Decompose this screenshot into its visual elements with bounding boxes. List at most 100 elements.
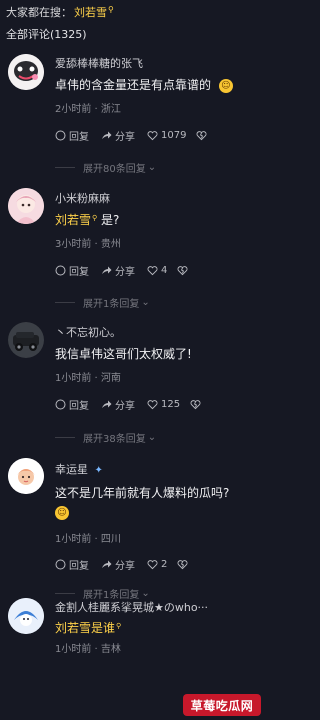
comment-username[interactable]: 爱舔棒棒糖的张飞 bbox=[55, 55, 143, 71]
share-label: 分享 bbox=[115, 131, 135, 143]
comment-username[interactable]: 金割人桂麗系挲晃城★のwho··· bbox=[55, 599, 208, 615]
share-button[interactable]: 分享 bbox=[101, 263, 135, 278]
site-watermark: 草莓吃瓜网 bbox=[183, 694, 261, 716]
comment-username[interactable]: 幸运星 ✦ bbox=[55, 461, 103, 477]
comment-text: 刘若雪是谁⚲ bbox=[55, 619, 121, 636]
trending-search-prefix: 大家都在搜： bbox=[6, 6, 72, 19]
reply-label: 回复 bbox=[69, 400, 89, 412]
divider-line bbox=[55, 437, 75, 438]
like-count: 4 bbox=[161, 264, 168, 276]
reply-icon bbox=[55, 559, 66, 569]
broken-heart-icon bbox=[177, 265, 188, 275]
expand-replies-label: 展开38条回复 bbox=[83, 434, 146, 445]
trending-search-keyword[interactable]: 刘若雪 bbox=[74, 4, 107, 20]
avatar[interactable] bbox=[8, 322, 44, 358]
comment-text-emoji: ☺ bbox=[55, 505, 69, 520]
comment-username-text: 幸运星 bbox=[55, 463, 88, 476]
expand-replies-label: 展开80条回复 bbox=[83, 164, 146, 175]
divider-line bbox=[55, 302, 75, 303]
avatar[interactable] bbox=[8, 188, 44, 224]
share-button[interactable]: 分享 bbox=[101, 397, 135, 412]
avatar[interactable] bbox=[8, 458, 44, 494]
broken-heart-icon bbox=[190, 399, 201, 409]
comment-actions: 回复 分享 125 bbox=[55, 397, 201, 412]
comment-username[interactable]: 丶不忘初心。 bbox=[55, 324, 121, 340]
comment-meta: 1小时前 · 吉林 bbox=[55, 644, 121, 655]
share-icon bbox=[102, 131, 112, 139]
comment-text: 我信卓伟这哥们太权威了! bbox=[55, 347, 192, 361]
divider-line bbox=[55, 167, 75, 168]
broken-heart-icon bbox=[196, 130, 207, 140]
dislike-button[interactable] bbox=[177, 265, 188, 276]
like-count: 1079 bbox=[161, 129, 187, 141]
search-icon: ⚲ bbox=[92, 214, 98, 222]
comment-username[interactable]: 小米粉麻麻 bbox=[55, 190, 110, 206]
comment-text-content: 卓伟的含金量还是有点靠谱的 bbox=[55, 78, 212, 92]
comment-item: 小米粉麻麻 刘若雪⚲ 是? 3小时前 · 贵州 回复 分享 4 展开1条回复 ⌄ bbox=[0, 180, 265, 310]
reply-label: 回复 bbox=[69, 131, 89, 143]
heart-icon bbox=[147, 265, 158, 275]
reply-icon bbox=[55, 130, 66, 140]
reply-label: 回复 bbox=[69, 560, 89, 572]
laughing-emoji-icon: ☺ bbox=[55, 505, 69, 520]
like-button[interactable]: 125 bbox=[147, 399, 180, 410]
share-icon bbox=[102, 400, 112, 408]
comment-meta: 1小时前 · 河南 bbox=[55, 373, 121, 384]
reply-label: 回复 bbox=[69, 266, 89, 278]
comment-meta: 1小时前 · 四川 bbox=[55, 534, 121, 545]
comment-item: 幸运星 ✦ 这不是几年前就有人爆料的瓜吗? ☺ 1小时前 · 四川 回复 分享 … bbox=[0, 448, 265, 601]
chevron-down-icon: ⌄ bbox=[147, 162, 157, 173]
comment-meta: 2小时前 · 浙江 bbox=[55, 104, 121, 115]
trending-search-bar[interactable]: 大家都在搜： 刘若雪 ⚲ bbox=[6, 4, 114, 20]
comment-meta: 3小时前 · 贵州 bbox=[55, 239, 121, 250]
chevron-down-icon: ⌄ bbox=[147, 432, 157, 443]
comment-text-content: 是? bbox=[100, 213, 120, 227]
dislike-button[interactable] bbox=[177, 559, 188, 570]
reply-icon bbox=[55, 399, 66, 409]
heart-icon bbox=[147, 130, 158, 140]
search-icon: ⚲ bbox=[116, 622, 122, 630]
reply-button[interactable]: 回复 bbox=[55, 128, 89, 143]
star-badge-icon: ✦ bbox=[94, 465, 103, 476]
search-icon: ⚲ bbox=[108, 4, 114, 14]
emoji-icon: ☺ bbox=[218, 78, 233, 93]
comment-keyword-link[interactable]: 刘若雪 bbox=[55, 213, 91, 227]
dislike-button[interactable] bbox=[190, 399, 201, 410]
avatar[interactable] bbox=[8, 598, 44, 634]
share-button[interactable]: 分享 bbox=[101, 128, 135, 143]
share-icon bbox=[102, 560, 112, 568]
like-count: 125 bbox=[161, 398, 181, 410]
comment-text: 卓伟的含金量还是有点靠谱的 ☺ bbox=[55, 76, 233, 93]
reply-icon bbox=[55, 265, 66, 275]
share-label: 分享 bbox=[115, 266, 135, 278]
reply-button[interactable]: 回复 bbox=[55, 397, 89, 412]
like-button[interactable]: 2 bbox=[147, 559, 167, 570]
comment-actions: 回复 分享 1079 bbox=[55, 128, 207, 143]
expand-replies-button[interactable]: 展开80条回复 ⌄ bbox=[55, 160, 156, 175]
share-icon bbox=[102, 266, 112, 274]
comment-keyword-link[interactable]: 刘若雪是谁 bbox=[55, 621, 115, 635]
expand-replies-button[interactable]: 展开1条回复 ⌄ bbox=[55, 295, 150, 310]
comment-text: 刘若雪⚲ 是? bbox=[55, 211, 119, 228]
dislike-button[interactable] bbox=[196, 130, 207, 141]
share-label: 分享 bbox=[115, 400, 135, 412]
heart-icon bbox=[147, 559, 158, 569]
comment-actions: 回复 分享 2 bbox=[55, 557, 188, 572]
expand-replies-button[interactable]: 展开38条回复 ⌄ bbox=[55, 430, 156, 445]
comment-item: 丶不忘初心。 我信卓伟这哥们太权威了! 1小时前 · 河南 回复 分享 125 … bbox=[0, 314, 265, 445]
share-button[interactable]: 分享 bbox=[101, 557, 135, 572]
like-button[interactable]: 1079 bbox=[147, 130, 186, 141]
avatar[interactable] bbox=[8, 54, 44, 90]
chevron-down-icon: ⌄ bbox=[141, 297, 150, 308]
comment-text: 这不是几年前就有人爆料的瓜吗? bbox=[55, 486, 230, 500]
reply-button[interactable]: 回复 bbox=[55, 263, 89, 278]
reply-button[interactable]: 回复 bbox=[55, 557, 89, 572]
comment-item: 爱舔棒棒糖的张飞 卓伟的含金量还是有点靠谱的 ☺ 2小时前 · 浙江 回复 分享… bbox=[0, 46, 265, 176]
like-button[interactable]: 4 bbox=[147, 265, 167, 276]
comment-actions: 回复 分享 4 bbox=[55, 263, 188, 278]
like-count: 2 bbox=[161, 558, 168, 570]
broken-heart-icon bbox=[177, 559, 188, 569]
share-label: 分享 bbox=[115, 560, 135, 572]
comment-count: 全部评论(1325) bbox=[6, 28, 87, 41]
expand-replies-label: 展开1条回复 bbox=[83, 299, 140, 310]
